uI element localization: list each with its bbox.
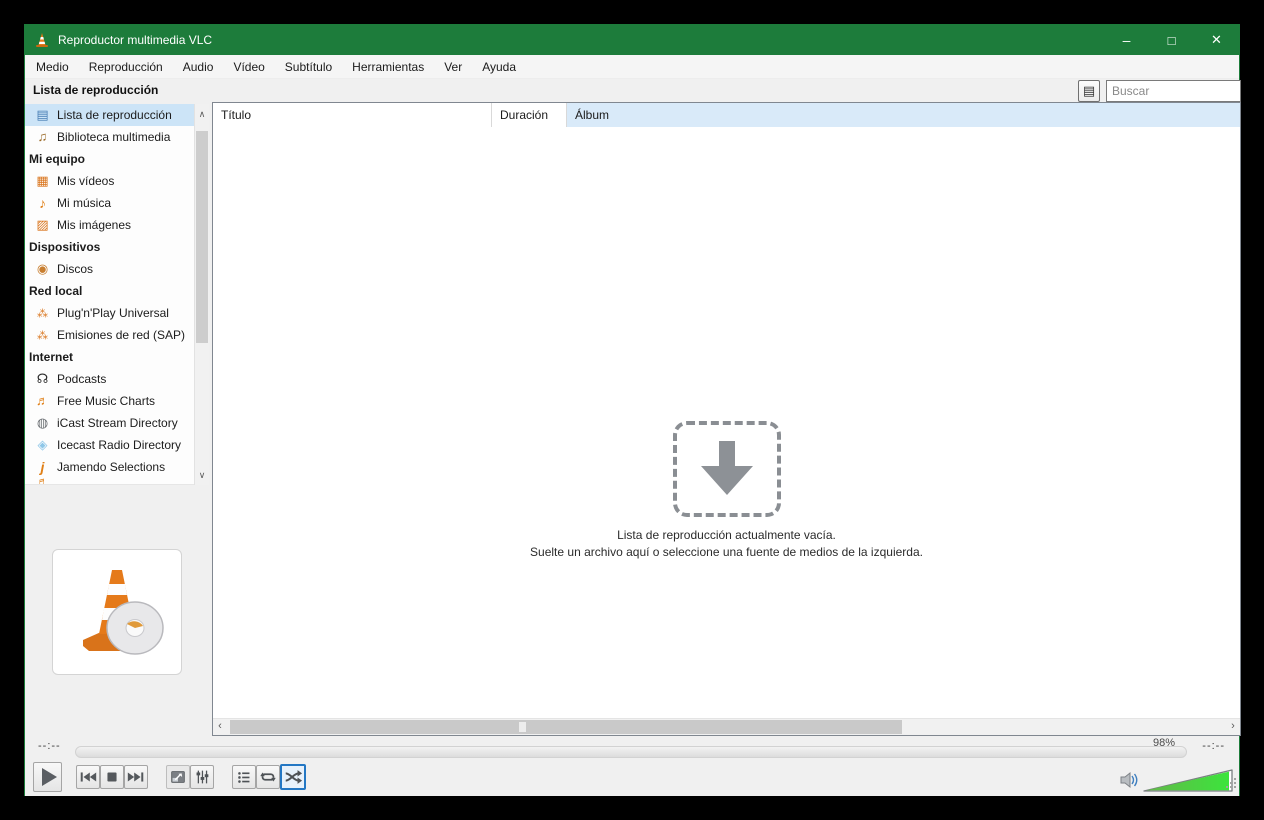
music-icon bbox=[34, 195, 51, 211]
sidebar-item-mis-videos[interactable]: Mis vídeos bbox=[25, 170, 209, 192]
globe-icon bbox=[34, 415, 51, 431]
time-elapsed: --:-- bbox=[38, 740, 61, 752]
drop-zone[interactable] bbox=[672, 421, 781, 517]
volume-percent-label: 98% bbox=[1153, 737, 1176, 749]
playlist-panel: Título Duración Álbum Lista de reproducc… bbox=[212, 102, 1241, 736]
scrollbar-thumb[interactable] bbox=[196, 131, 208, 343]
empty-playlist-line1: Lista de reproducción actualmente vacía. bbox=[617, 528, 836, 542]
menu-bar: Medio Reproducción Audio Vídeo Subtítulo… bbox=[25, 55, 1239, 79]
radio-waves-icon bbox=[34, 437, 51, 453]
vlc-cone-disc-image bbox=[83, 570, 164, 655]
fullscreen-button[interactable] bbox=[166, 765, 190, 789]
sidebar-item-playlist[interactable]: Lista de reproducción bbox=[25, 104, 209, 126]
upnp-network-icon bbox=[34, 305, 51, 321]
equalizer-icon bbox=[196, 770, 209, 784]
images-icon bbox=[34, 217, 51, 233]
search-input[interactable] bbox=[1106, 80, 1241, 102]
column-header-titulo[interactable]: Título bbox=[213, 103, 492, 127]
sidebar-scrollbar[interactable]: ∧ ∨ bbox=[194, 104, 209, 485]
next-icon bbox=[127, 772, 144, 782]
window-title: Reproductor multimedia VLC bbox=[58, 33, 213, 47]
sidebar-item-free-music-charts[interactable]: Free Music Charts bbox=[25, 390, 209, 412]
time-total: --:-- bbox=[1202, 740, 1225, 752]
minimize-button[interactable]: – bbox=[1104, 25, 1149, 55]
sidebar-item-discos[interactable]: Discos bbox=[25, 258, 209, 280]
play-icon bbox=[42, 768, 57, 786]
loop-icon bbox=[260, 772, 276, 782]
podcasts-icon bbox=[34, 371, 51, 387]
shuffle-icon bbox=[285, 770, 303, 784]
sidebar-item-upnp[interactable]: Plug'n'Play Universal bbox=[25, 302, 209, 324]
loop-button[interactable] bbox=[256, 765, 280, 789]
network-broadcast-icon bbox=[34, 327, 51, 343]
seek-bar[interactable] bbox=[75, 746, 1187, 758]
sidebar-item-mi-musica[interactable]: Mi música bbox=[25, 192, 209, 214]
jamendo-icon bbox=[34, 459, 51, 475]
menu-reproduccion[interactable]: Reproducción bbox=[79, 55, 173, 79]
previous-icon bbox=[80, 772, 97, 782]
disc-icon bbox=[34, 261, 51, 277]
drop-arrow-icon bbox=[700, 441, 753, 495]
sidebar-group-mi-equipo: Mi equipo bbox=[29, 152, 85, 166]
vlc-logo bbox=[52, 549, 182, 675]
stop-button[interactable] bbox=[100, 765, 124, 789]
stop-icon bbox=[107, 772, 117, 782]
hscrollbar-thumb[interactable] bbox=[230, 720, 902, 734]
partial-icon bbox=[34, 478, 51, 484]
sidebar-header: Lista de reproducción bbox=[33, 83, 159, 97]
menu-audio[interactable]: Audio bbox=[173, 55, 224, 79]
menu-medio[interactable]: Medio bbox=[25, 55, 79, 79]
shuffle-button[interactable] bbox=[280, 764, 306, 790]
speaker-icon[interactable] bbox=[1119, 770, 1141, 795]
scroll-right-icon[interactable]: › bbox=[1226, 719, 1240, 735]
media-library-icon bbox=[34, 129, 51, 145]
equalizer-button[interactable] bbox=[190, 765, 214, 789]
sidebar-group-dispositivos: Dispositivos bbox=[29, 240, 101, 254]
sidebar-item-icast[interactable]: iCast Stream Directory bbox=[25, 412, 209, 434]
playlist-body[interactable]: Lista de reproducción actualmente vacía.… bbox=[213, 127, 1240, 718]
playlist-icon bbox=[34, 107, 51, 123]
sidebar-item-mis-imagenes[interactable]: Mis imágenes bbox=[25, 214, 209, 236]
horizontal-scrollbar[interactable]: ‹ › bbox=[213, 718, 1240, 735]
next-button[interactable] bbox=[124, 765, 148, 789]
playlist-header-row: Título Duración Álbum bbox=[213, 103, 1240, 127]
empty-playlist-line2: Suelte un archivo aquí o seleccione una … bbox=[530, 545, 923, 559]
sidebar-tree: Lista de reproducción Biblioteca multime… bbox=[25, 104, 209, 485]
title-bar[interactable]: Reproductor multimedia VLC – □ ✕ bbox=[25, 25, 1239, 55]
playlist-toggle-button[interactable] bbox=[232, 765, 256, 789]
menu-video[interactable]: Vídeo bbox=[223, 55, 274, 79]
maximize-button[interactable]: □ bbox=[1149, 25, 1194, 55]
menu-herramientas[interactable]: Herramientas bbox=[342, 55, 434, 79]
vlc-window: Reproductor multimedia VLC – □ ✕ Medio R… bbox=[24, 24, 1241, 796]
sidebar-group-internet: Internet bbox=[29, 350, 74, 364]
sidebar-group-red-local: Red local bbox=[29, 284, 83, 298]
scroll-down-icon[interactable]: ∨ bbox=[195, 467, 209, 483]
fullscreen-icon bbox=[171, 771, 185, 783]
column-header-album[interactable]: Álbum bbox=[567, 103, 1240, 127]
play-button[interactable] bbox=[33, 762, 62, 792]
sidebar-item-jamendo[interactable]: Jamendo Selections bbox=[25, 456, 209, 478]
sidebar-item-sap[interactable]: Emisiones de red (SAP) bbox=[25, 324, 209, 346]
playlist-view-mode-button[interactable]: ▤ bbox=[1078, 80, 1100, 102]
resize-grip-icon[interactable] bbox=[1226, 778, 1237, 789]
close-button[interactable]: ✕ bbox=[1194, 25, 1239, 55]
menu-subtitulo[interactable]: Subtítulo bbox=[275, 55, 342, 79]
volume-slider[interactable] bbox=[1142, 767, 1236, 798]
scroll-left-icon[interactable]: ‹ bbox=[213, 719, 227, 735]
vlc-cone-icon bbox=[34, 32, 50, 48]
videos-icon bbox=[34, 173, 51, 189]
previous-button[interactable] bbox=[76, 765, 100, 789]
sidebar-item-podcasts[interactable]: Podcasts bbox=[25, 368, 209, 390]
sidebar-item-media-library[interactable]: Biblioteca multimedia bbox=[25, 126, 209, 148]
menu-ayuda[interactable]: Ayuda bbox=[472, 55, 526, 79]
playlist-toggle-icon bbox=[238, 772, 250, 783]
column-header-duracion[interactable]: Duración bbox=[492, 103, 567, 127]
scroll-up-icon[interactable]: ∧ bbox=[195, 106, 209, 122]
transport-bar: --:-- --:-- 98% bbox=[25, 736, 1239, 796]
music-charts-icon bbox=[34, 393, 51, 409]
sidebar-item-icecast[interactable]: Icecast Radio Directory bbox=[25, 434, 209, 456]
thumb-notch bbox=[518, 722, 526, 732]
sidebar-item-partial[interactable] bbox=[25, 478, 209, 484]
menu-ver[interactable]: Ver bbox=[434, 55, 472, 79]
